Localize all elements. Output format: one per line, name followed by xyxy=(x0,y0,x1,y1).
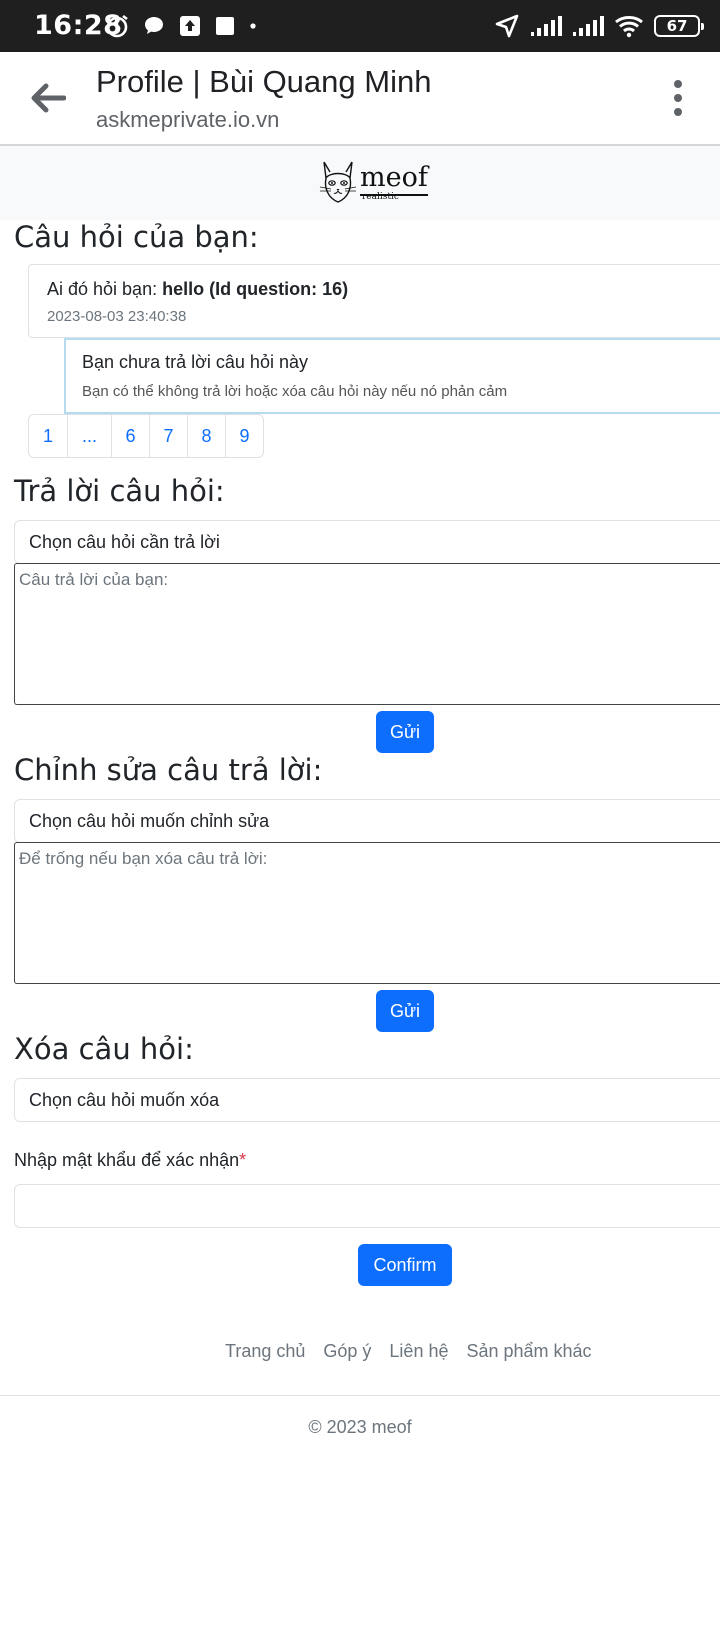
page-title: Profile | Bùi Quang Minh xyxy=(96,64,432,99)
footer-link-home[interactable]: Trang chủ xyxy=(225,1341,305,1362)
page-url: askmeprivate.io.vn xyxy=(96,107,280,132)
confirm-button[interactable]: Confirm xyxy=(358,1244,452,1286)
question-line: Ai đó hỏi bạn: hello (Id question: 16) xyxy=(47,279,710,300)
back-button[interactable] xyxy=(24,74,72,122)
answer-note: Bạn có thể không trả lời hoặc xóa câu hỏ… xyxy=(82,383,508,400)
footer-link-products[interactable]: Sản phẩm khác xyxy=(466,1341,591,1362)
password-label-text: Nhập mật khẩu để xác nhận xyxy=(14,1150,240,1170)
system-icons: 67 xyxy=(494,12,704,40)
question-text: hello (Id question: 16) xyxy=(162,279,349,299)
browser-app-bar: Profile | Bùi Quang Minh askmeprivate.io… xyxy=(0,52,720,146)
edit-question-select[interactable]: Chọn câu hỏi muốn chỉnh sửa xyxy=(14,799,720,843)
location-arrow-icon xyxy=(495,14,519,38)
edit-submit-button[interactable]: Gửi xyxy=(376,990,434,1032)
answer-card: Bạn chưa trả lời câu hỏi này Bạn có thể … xyxy=(64,338,720,414)
site-header: meof realistic xyxy=(0,146,720,220)
arrow-left-icon xyxy=(31,83,66,113)
battery-icon: 67 xyxy=(654,15,704,37)
dot-icon xyxy=(250,23,256,29)
page-link[interactable]: 1 xyxy=(29,415,67,457)
status-bar: 16:28 67 xyxy=(0,0,720,52)
upload-icon xyxy=(180,16,200,36)
answer-status: Bạn chưa trả lời câu hỏi này xyxy=(82,352,308,372)
question-date: 2023-08-03 23:40:38 xyxy=(47,308,187,325)
delete-heading: Xóa câu hỏi: xyxy=(14,1032,194,1066)
edit-heading: Chỉnh sửa câu trả lời: xyxy=(14,753,323,787)
logo-text: meof xyxy=(360,162,428,196)
pagination: 1 ... 6 7 8 9 xyxy=(28,414,264,458)
footer-link-contact[interactable]: Liên hệ xyxy=(389,1341,448,1362)
question-card: Ai đó hỏi bạn: hello (Id question: 16) 2… xyxy=(28,264,720,338)
answer-textarea[interactable]: Câu trả lời của bạn: xyxy=(14,563,720,705)
footer-link-feedback[interactable]: Góp ý xyxy=(323,1341,371,1362)
delete-question-select[interactable]: Chọn câu hỏi muốn xóa xyxy=(14,1078,720,1122)
page-link[interactable]: 8 xyxy=(187,415,225,457)
logo-tagline: realistic xyxy=(362,192,399,202)
alarm-icon xyxy=(106,14,128,38)
wifi-icon xyxy=(615,16,643,38)
page-link[interactable]: 6 xyxy=(111,415,149,457)
signal-icon xyxy=(573,16,604,36)
answer-question-select[interactable]: Chọn câu hỏi cần trả lời xyxy=(14,520,720,564)
edit-textarea[interactable]: Để trống nếu bạn xóa câu trả lời: xyxy=(14,842,720,984)
signal-icon xyxy=(531,16,562,36)
more-vert-icon xyxy=(674,80,682,88)
answer-submit-button[interactable]: Gửi xyxy=(376,711,434,753)
answer-heading: Trả lời câu hỏi: xyxy=(14,474,225,508)
more-vert-dot xyxy=(674,94,682,102)
password-label: Nhập mật khẩu để xác nhận* xyxy=(14,1150,246,1171)
footer-nav: Trang chủ Góp ý Liên hệ Sản phẩm khác xyxy=(225,1341,592,1362)
footer-divider xyxy=(0,1395,720,1396)
copyright: © 2023 meof xyxy=(308,1417,412,1437)
questions-heading: Câu hỏi của bạn: xyxy=(14,220,259,254)
question-prefix: Ai đó hỏi bạn: xyxy=(47,279,163,299)
cat-logo-icon xyxy=(319,161,357,203)
page-link[interactable]: 9 xyxy=(225,415,263,457)
page-ellipsis[interactable]: ... xyxy=(67,415,111,457)
more-vert-dot xyxy=(674,108,682,116)
overflow-menu-button[interactable] xyxy=(666,76,690,120)
notification-icons xyxy=(104,12,258,40)
square-notification-icon xyxy=(216,17,234,35)
site-logo[interactable]: meof realistic xyxy=(318,158,428,206)
password-input[interactable] xyxy=(14,1184,720,1228)
page-link[interactable]: 7 xyxy=(149,415,187,457)
chat-bubble-icon xyxy=(145,17,163,34)
required-mark: * xyxy=(239,1150,247,1170)
